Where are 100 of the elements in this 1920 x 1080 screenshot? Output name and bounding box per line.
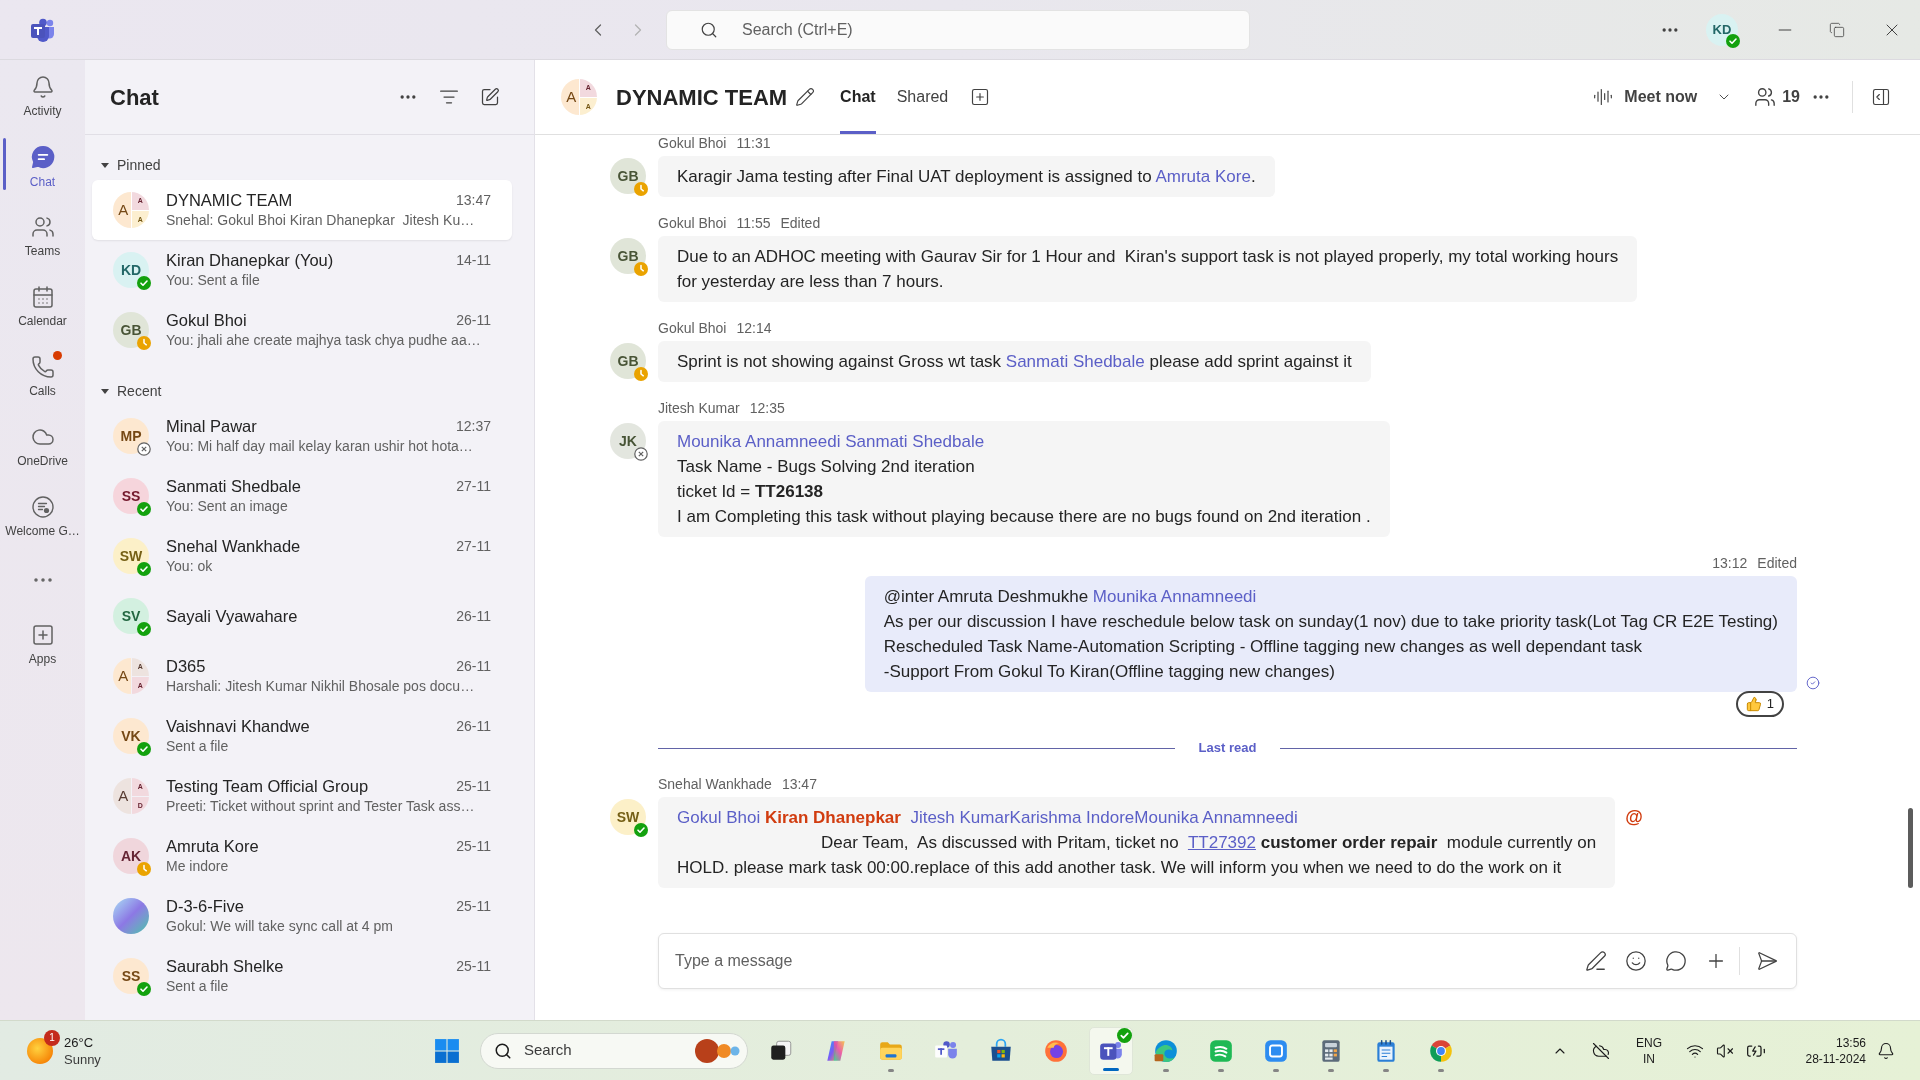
app-tile-icon[interactable] xyxy=(1208,1037,1234,1064)
app-tile-icon[interactable] xyxy=(1263,1037,1289,1064)
chat-name: Sayali Vyawahare xyxy=(166,605,298,627)
chat-name: D365 xyxy=(166,656,206,677)
chat-list-item[interactable]: KD Kiran Dhanepkar (You) 14-11 You: Sent a file xyxy=(92,240,512,300)
mention-link[interactable]: Karishma Indore xyxy=(1009,808,1135,827)
chat-name: D-3-6-Five xyxy=(166,896,244,917)
search-field[interactable]: Search (Ctrl+E) xyxy=(666,9,1250,50)
message-field[interactable]: Type a message xyxy=(658,933,1797,989)
chat-list-item[interactable]: D-3-6-Five 25-11 Gokul: We will take sync call at 4 pm xyxy=(92,886,512,946)
chat-preview: You: Mi half day mail kelay karan ushir hot hota… xyxy=(166,437,474,456)
chat-name: Sanmati Shedbale xyxy=(166,476,301,497)
compose-icon[interactable] xyxy=(480,87,500,107)
nav-button[interactable]: Calendar xyxy=(0,271,85,341)
message-text: ticket Id = TT26138 xyxy=(677,481,823,503)
language-indicator[interactable]: ENG IN xyxy=(1636,1034,1662,1067)
waveform-icon xyxy=(1593,87,1614,107)
avatar: JK xyxy=(610,423,646,459)
pencil-icon[interactable] xyxy=(795,87,816,107)
wave-circle-icon[interactable] xyxy=(1153,1037,1179,1064)
mention-link[interactable]: Sanmati Shedbale xyxy=(845,432,985,451)
side-panel-icon[interactable] xyxy=(1871,87,1891,107)
nav-button[interactable]: Welcome G… xyxy=(0,481,85,551)
send-icon[interactable] xyxy=(1756,950,1778,972)
four-squares-icon[interactable] xyxy=(434,1037,460,1064)
message-time: 11:31 xyxy=(736,135,771,153)
chat-time: 25-11 xyxy=(456,777,491,796)
taskbar-search-button[interactable]: Search xyxy=(480,1032,748,1069)
chat-time: 25-11 xyxy=(456,837,491,856)
message-text: Karagir Jama testing after Final UAT deployment is assigned to Amruta Kore. xyxy=(677,166,1256,188)
chat-time: 26-11 xyxy=(456,657,491,676)
chat-time: 14-11 xyxy=(456,251,491,270)
chat-list-item[interactable]: SS Sanmati Shedbale 27-11 You: Sent an image xyxy=(92,466,512,526)
chat-preview: You: Sent an image xyxy=(166,497,289,516)
chat-preview: Snehal: Gokul Bhoi Kiran Dhanepkar Jitesh Ku… xyxy=(166,211,476,230)
bell-icon[interactable] xyxy=(1877,1041,1895,1060)
tab[interactable]: Chat xyxy=(840,60,876,134)
avatar: SW xyxy=(113,538,149,574)
chat-name: Saurabh Shelke xyxy=(166,956,284,977)
clock-button[interactable]: 13:56 28-11-2024 xyxy=(1796,1034,1866,1067)
mention-link[interactable]: Mounika Annamneedi xyxy=(1134,808,1298,827)
plus-square-icon[interactable] xyxy=(970,87,991,107)
mention-link[interactable]: Mounika Annamneedi xyxy=(677,432,846,451)
chat-time: 27-11 xyxy=(456,477,491,496)
chat-name: Minal Pawar xyxy=(166,416,257,437)
section-header[interactable]: Pinned xyxy=(85,150,534,180)
shopping-bag-icon[interactable] xyxy=(988,1037,1014,1064)
chat-name: Gokul Bhoi xyxy=(166,310,247,331)
mention-link[interactable]: Gokul Bhoi xyxy=(677,808,765,827)
mention-link[interactable]: Mounika Annamneedi xyxy=(1092,587,1257,606)
avatar: MP xyxy=(113,418,149,454)
circle-logo-icon[interactable] xyxy=(1043,1037,1069,1064)
nav-button[interactable]: Calls xyxy=(0,341,85,411)
chat-name: Kiran Dhanepkar (You) xyxy=(166,250,334,271)
planets-icon xyxy=(693,1036,741,1065)
mention-link[interactable]: Jitesh Kumar xyxy=(910,808,1010,827)
image-placeholder xyxy=(113,898,149,934)
nav-button[interactable]: Activity xyxy=(0,61,85,131)
chat-preview: Harshali: Jitesh Kumar Nikhil Bhosale pos docu… xyxy=(166,677,476,696)
pen-icon[interactable] xyxy=(1585,950,1607,972)
chat-list-item[interactable]: GB Gokul Bhoi 26-11 You: jhali ahe create majhya task chya pudhe aa… xyxy=(92,300,512,360)
nav-button[interactable]: Apps xyxy=(0,609,85,679)
segmented-circle-icon[interactable] xyxy=(1428,1037,1454,1064)
nav-button[interactable]: Chat xyxy=(0,131,85,201)
avatar: SW xyxy=(610,799,646,835)
reaction-pill[interactable]: 1 xyxy=(1735,691,1784,717)
taskbar-app-button[interactable] xyxy=(1089,1026,1133,1075)
meet-now-button[interactable]: Meet now xyxy=(1593,85,1698,109)
chat-list-item[interactable]: SV Sayali Vyawahare 26-11 xyxy=(92,586,512,646)
tab[interactable]: Shared xyxy=(896,60,949,134)
mention-link[interactable]: Sanmati Shedbale xyxy=(1005,352,1145,371)
cloud-off-icon[interactable] xyxy=(1592,1041,1610,1060)
nav-button[interactable]: Teams xyxy=(0,201,85,271)
message-time: 13:47 xyxy=(781,775,817,794)
mention-link[interactable]: Kiran Dhanepkar xyxy=(764,808,911,827)
chat-time: 26-11 xyxy=(456,311,491,330)
chat-list-item[interactable]: SS Saurabh Shelke 25-11 Sent a file xyxy=(92,946,512,1006)
sender-name: Jitesh Kumar xyxy=(658,399,740,418)
emoji-icon[interactable] xyxy=(1625,950,1647,972)
message-input[interactable]: Type a message xyxy=(675,949,1585,973)
restore-icon[interactable] xyxy=(1829,21,1845,38)
last-read-label: Last read xyxy=(1197,739,1258,758)
section-header[interactable]: Recent xyxy=(85,376,534,406)
chat-list-item[interactable]: MP Minal Pawar 12:37 You: Mi half day mail kelay karan ushir hot hota… xyxy=(92,406,512,466)
mention-link[interactable]: Amruta Kore xyxy=(1155,167,1251,186)
chat-preview: You: jhali ahe create majhya task chya pudhe aa… xyxy=(166,331,482,350)
search-input[interactable]: Search (Ctrl+E) xyxy=(742,17,1249,42)
scrollbar-thumb[interactable] xyxy=(1908,808,1913,888)
chat-bubble-icon[interactable] xyxy=(1665,950,1687,972)
sender-name: Gokul Bhoi xyxy=(658,214,727,233)
nav-button[interactable]: OneDrive xyxy=(0,411,85,481)
message-text: HOLD. please mark task 00:00.replace of this add another task. We will inform you when we need to do the work on it xyxy=(677,857,1562,879)
avatar: GB xyxy=(610,238,646,274)
participants-button[interactable]: 19 xyxy=(1754,85,1800,109)
avatar-tile: A xyxy=(113,658,131,694)
chat-list-item[interactable]: SW Snehal Wankhade 27-11 You: ok xyxy=(92,526,512,586)
chat-list-item[interactable]: AK Amruta Kore 25-11 Me indore xyxy=(92,826,512,886)
muted-speaker-icon[interactable] xyxy=(1716,1041,1734,1060)
chat-list-item[interactable]: VK Vaishnavi Khandwe 26-11 Sent a file xyxy=(92,706,512,766)
ticket-link[interactable]: TT27392 xyxy=(1187,833,1256,852)
